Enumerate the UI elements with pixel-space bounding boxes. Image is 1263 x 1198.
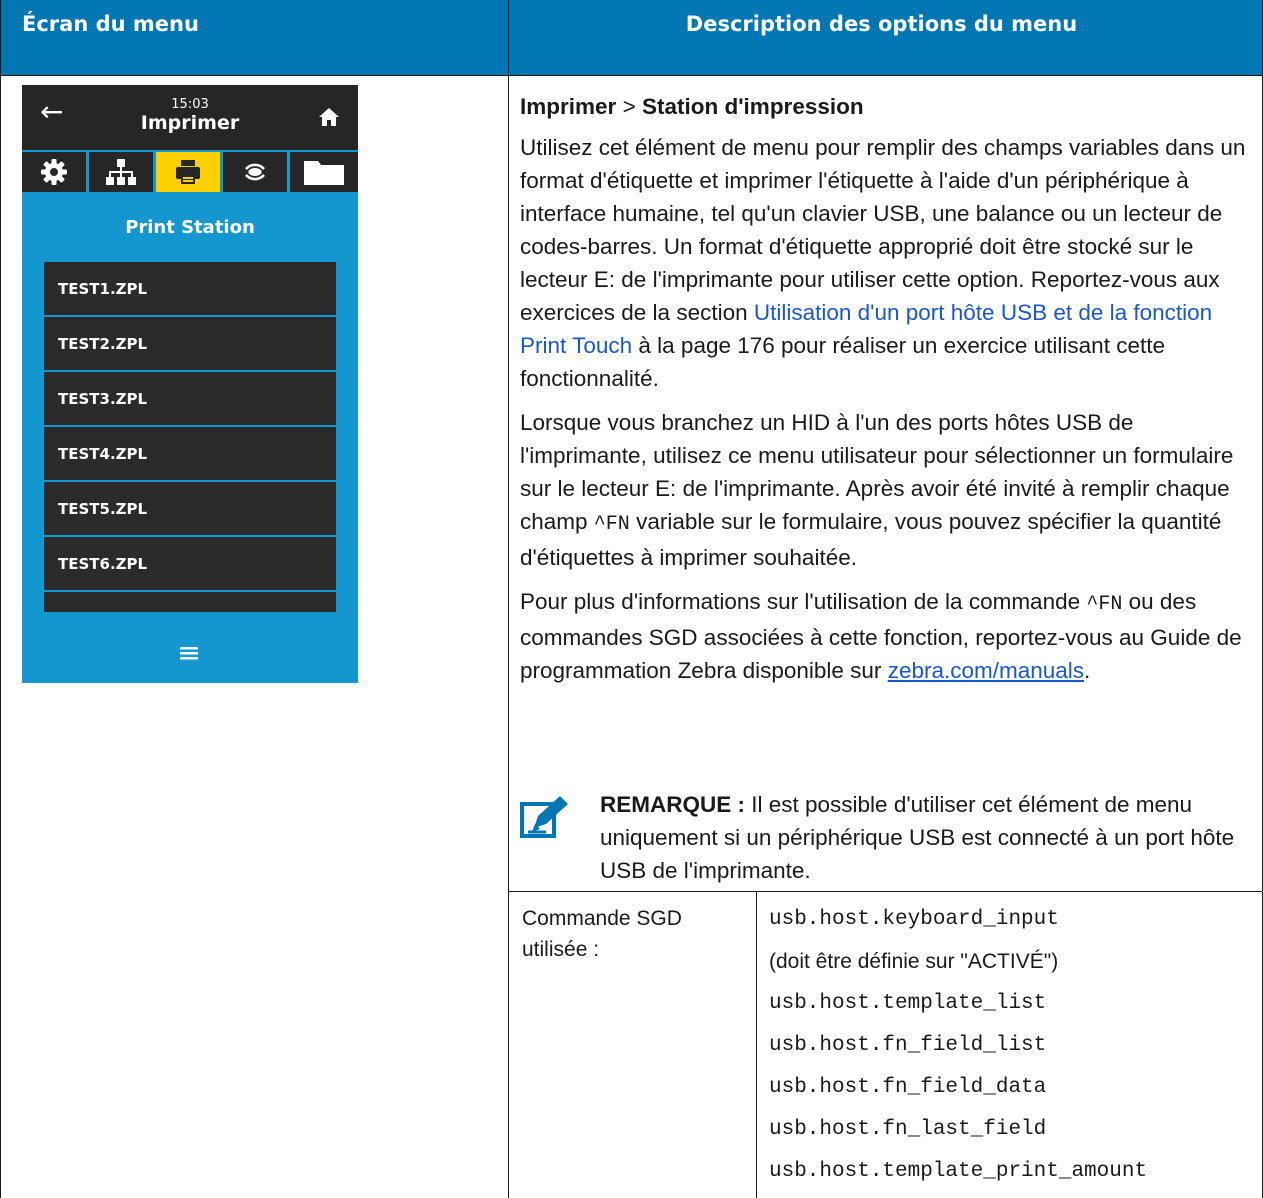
sgd-row-divider bbox=[508, 891, 1262, 892]
network-icon[interactable] bbox=[89, 152, 153, 192]
document-page: Écran du menu Description des options du… bbox=[0, 0, 1263, 1198]
sgd-column-divider bbox=[756, 891, 757, 1198]
screen-tab-bar bbox=[22, 152, 358, 192]
sgd-command-list: usb.host.keyboard_input (doit être défin… bbox=[769, 904, 1259, 1198]
print-station-heading: Print Station bbox=[125, 217, 255, 238]
file-list: TEST1.ZPL TEST2.ZPL TEST3.ZPL TEST4.ZPL … bbox=[44, 262, 336, 612]
sgd-command: usb.host.fn_field_list bbox=[769, 1034, 1047, 1057]
screen-top-bar: ← 15:03 Imprimer bbox=[22, 85, 358, 150]
sgd-command: usb.host.template_list bbox=[769, 992, 1047, 1015]
breadcrumb-print-station: Station d'impression bbox=[641, 94, 864, 119]
fn-code: ^FN bbox=[593, 513, 630, 536]
printer-screen: ← 15:03 Imprimer Print Station TEST1.ZPL… bbox=[22, 85, 358, 683]
table-header-row: Écran du menu Description des options du… bbox=[0, 0, 1263, 76]
paragraph-more-info-text: Pour plus d'informations sur l'utilisati… bbox=[520, 589, 1087, 614]
folder-icon[interactable] bbox=[290, 152, 358, 192]
screen-title: Imprimer bbox=[140, 112, 240, 134]
wireless-icon[interactable] bbox=[223, 152, 287, 192]
file-item[interactable]: TEST2.ZPL bbox=[44, 317, 336, 370]
paragraph-hid: Lorsque vous branchez un HID à l'un des … bbox=[520, 406, 1250, 574]
note-icon bbox=[520, 794, 570, 855]
sgd-command: usb.host.keyboard_input bbox=[769, 908, 1059, 931]
breadcrumb-print: Imprimer bbox=[520, 94, 617, 119]
breadcrumb-separator: > bbox=[622, 94, 636, 119]
file-item[interactable]: TEST3.ZPL bbox=[44, 372, 336, 425]
note-label: REMARQUE : bbox=[600, 792, 745, 817]
header-menu-description: Description des options du menu bbox=[685, 12, 1078, 36]
sgd-command: usb.host.template_print_amount bbox=[769, 1160, 1148, 1183]
file-item[interactable]: TEST1.ZPL bbox=[44, 262, 336, 315]
printer-icon[interactable] bbox=[156, 152, 220, 192]
sgd-command-label: Commande SGD utilisée : bbox=[522, 907, 682, 961]
sgd-command-note: (doit être définie sur "ACTIVÉ") bbox=[769, 950, 1059, 973]
paragraph-more-info: Pour plus d'informations sur l'utilisati… bbox=[520, 585, 1250, 687]
breadcrumb: Imprimer > Station d'impression bbox=[520, 90, 1250, 123]
hamburger-menu-icon[interactable] bbox=[178, 645, 200, 665]
note-text: REMARQUE : Il est possible d'utiliser ce… bbox=[600, 788, 1240, 887]
sgd-command: usb.host.fn_field_data bbox=[769, 1076, 1047, 1099]
paragraph-usage-text: Utilisez cet élément de menu pour rempli… bbox=[520, 135, 1246, 325]
paragraph-usage: Utilisez cet élément de menu pour rempli… bbox=[520, 131, 1250, 395]
table-border-left bbox=[0, 0, 1, 1198]
paragraph-more-info-end: . bbox=[1084, 658, 1091, 683]
screen-clock: 15:03 bbox=[171, 97, 209, 112]
menu-description: Imprimer > Station d'impression Utilisez… bbox=[520, 90, 1250, 698]
file-item[interactable]: TEST6.ZPL bbox=[44, 537, 336, 590]
fn-code: ^FN bbox=[1086, 593, 1123, 616]
file-item[interactable]: TEST5.ZPL bbox=[44, 482, 336, 535]
zebra-manuals-link[interactable]: zebra.com/manuals bbox=[888, 658, 1084, 683]
table-column-divider bbox=[508, 0, 509, 1198]
file-item[interactable]: TEST4.ZPL bbox=[44, 427, 336, 480]
home-icon[interactable] bbox=[318, 107, 340, 131]
file-item[interactable]: TEST7.ZPL bbox=[44, 592, 336, 612]
gear-icon[interactable] bbox=[22, 152, 86, 192]
sgd-command: usb.host.fn_last_field bbox=[769, 1118, 1047, 1141]
